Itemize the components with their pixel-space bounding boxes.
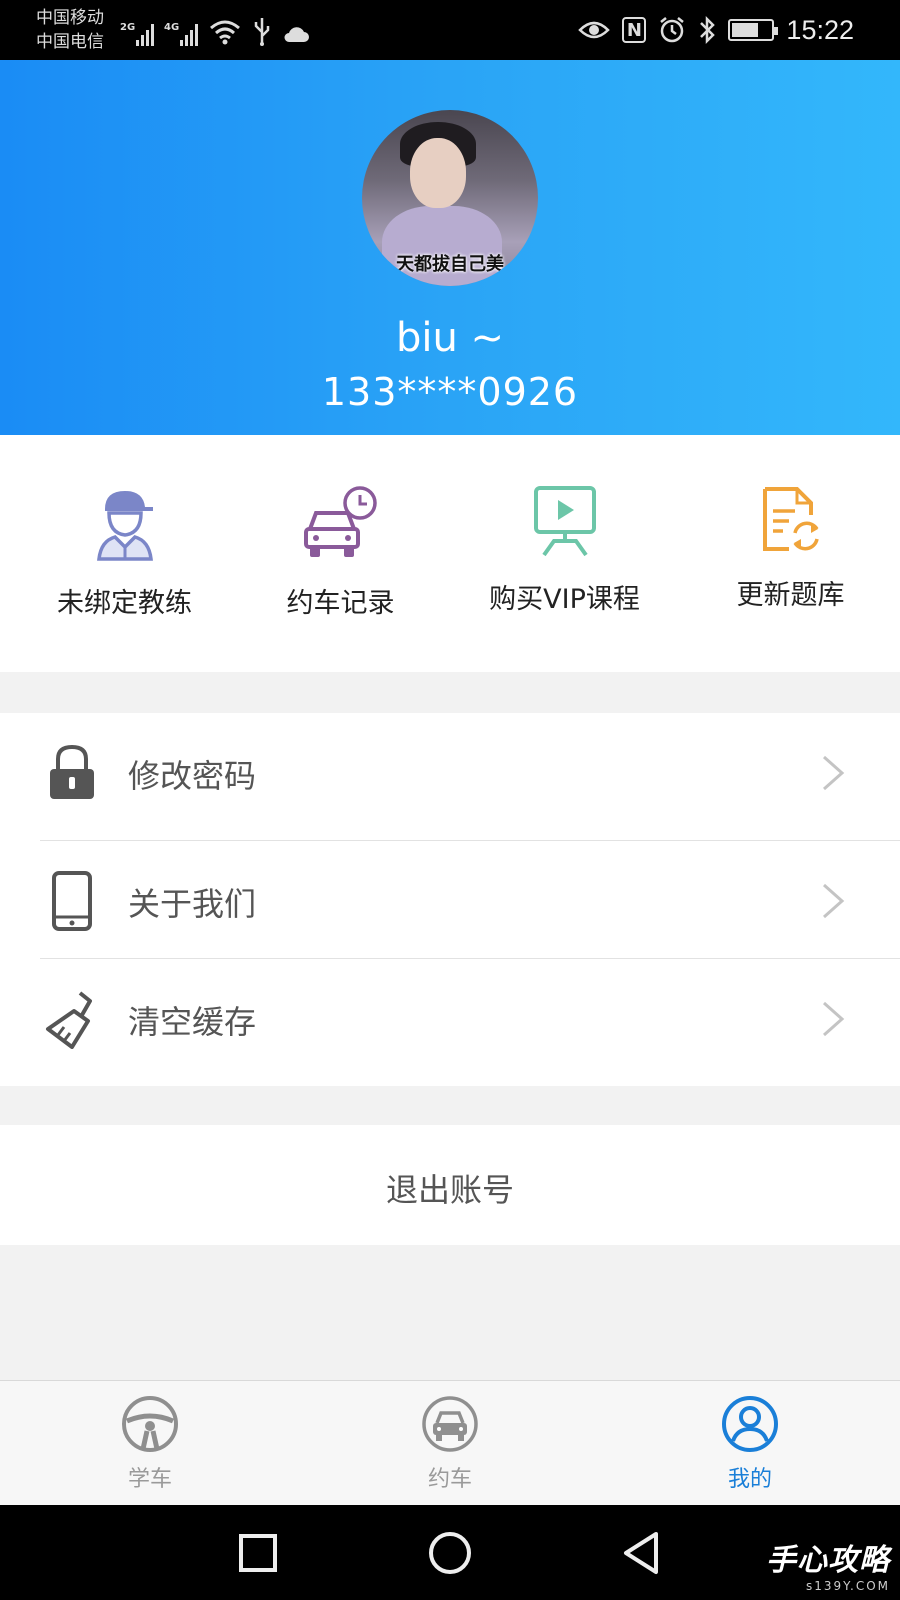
update-question-bank-button[interactable]: 更新题库 <box>678 485 900 612</box>
back-icon[interactable] <box>618 1529 666 1577</box>
buy-vip-course-button[interactable]: 购买VIP课程 <box>452 485 677 616</box>
about-us-row[interactable]: 关于我们 <box>0 841 900 961</box>
mobile-phone-icon <box>52 871 92 931</box>
bluetooth-icon <box>700 15 716 45</box>
status-time: 15:22 <box>786 14 854 45</box>
nfc-icon: N <box>622 17 647 43</box>
carrier-1: 中国移动 <box>36 8 104 28</box>
quick-actions: 未绑定教练 约车记录 购买VIP课程 更新题库 <box>0 435 900 672</box>
home-icon[interactable] <box>426 1529 474 1577</box>
signal-2g-icon: 2G <box>120 22 154 46</box>
about-us-label: 关于我们 <box>128 885 257 923</box>
chevron-right-icon <box>823 755 845 791</box>
clear-cache-row[interactable]: 清空缓存 <box>0 959 900 1079</box>
username: biu ~ <box>395 315 505 361</box>
watermark-sub: s139Y.COM <box>805 1579 890 1593</box>
tab-learn-driving-label: 学车 <box>127 1467 172 1492</box>
avatar-caption: 天都拔自己美 <box>396 254 504 275</box>
user-icon <box>722 1396 778 1452</box>
document-refresh-icon <box>762 487 819 551</box>
network-indicators: 2G 4G <box>120 12 310 46</box>
update-question-bank-label: 更新题库 <box>736 580 845 611</box>
signal-4g-icon: 4G <box>164 22 198 46</box>
tab-learn-driving[interactable]: 学车 <box>90 1395 210 1493</box>
buy-vip-course-label: 购买VIP课程 <box>489 584 640 615</box>
change-password-row[interactable]: 修改密码 <box>0 713 900 833</box>
chevron-right-icon <box>823 1001 845 1037</box>
status-right: N 15:22 <box>578 10 854 50</box>
cloud-icon <box>284 27 309 42</box>
car-clock-icon <box>303 486 377 557</box>
system-navigation-bar: 手心攻略 s139Y.COM <box>0 1505 900 1600</box>
coach-icon <box>96 491 153 561</box>
avatar[interactable]: 天都拔自己美 <box>362 110 538 286</box>
carrier-labels: 中国移动 中国电信 <box>36 6 104 54</box>
network-4g-label: 4G <box>164 22 180 33</box>
watermark-text: 手心攻略 <box>766 1543 890 1578</box>
brush-icon <box>46 991 92 1049</box>
tab-book-car-label: 约车 <box>427 1467 472 1492</box>
booking-records-label: 约车记录 <box>286 588 395 619</box>
bind-coach-label: 未绑定教练 <box>57 588 192 619</box>
car-icon <box>422 1396 478 1452</box>
bind-coach-button[interactable]: 未绑定教练 <box>12 485 237 620</box>
network-2g-label: 2G <box>120 22 136 33</box>
clear-cache-label: 清空缓存 <box>128 1003 257 1041</box>
booking-records-button[interactable]: 约车记录 <box>228 485 453 620</box>
video-screen-icon <box>533 486 596 557</box>
tab-book-car[interactable]: 约车 <box>390 1395 510 1493</box>
tab-mine[interactable]: 我的 <box>690 1395 810 1493</box>
alarm-icon <box>660 17 685 43</box>
profile-header: 天都拔自己美 biu ~ 133****0926 <box>0 60 900 435</box>
chevron-right-icon <box>823 883 845 919</box>
battery-icon <box>728 19 779 41</box>
eye-icon <box>578 21 611 39</box>
carrier-2: 中国电信 <box>36 32 104 52</box>
recent-apps-icon[interactable] <box>234 1529 282 1577</box>
change-password-label: 修改密码 <box>128 757 257 795</box>
watermark-logo: 手心攻略 s139Y.COM <box>766 1535 890 1593</box>
settings-list: 修改密码 关于我们 清空缓存 <box>0 713 900 1086</box>
usb-icon <box>254 18 270 46</box>
logout-label: 退出账号 <box>385 1171 514 1209</box>
wifi-icon <box>210 20 240 45</box>
lock-icon <box>50 744 94 799</box>
phone-number: 133****0926 <box>321 370 579 414</box>
steering-wheel-icon <box>122 1396 178 1452</box>
logout-button[interactable]: 退出账号 <box>0 1125 900 1245</box>
status-bar: 中国移动 中国电信 2G 4G N 15:22 <box>0 0 900 60</box>
tab-mine-label: 我的 <box>727 1467 772 1492</box>
bottom-tab-bar: 学车 约车 我的 <box>0 1380 900 1505</box>
